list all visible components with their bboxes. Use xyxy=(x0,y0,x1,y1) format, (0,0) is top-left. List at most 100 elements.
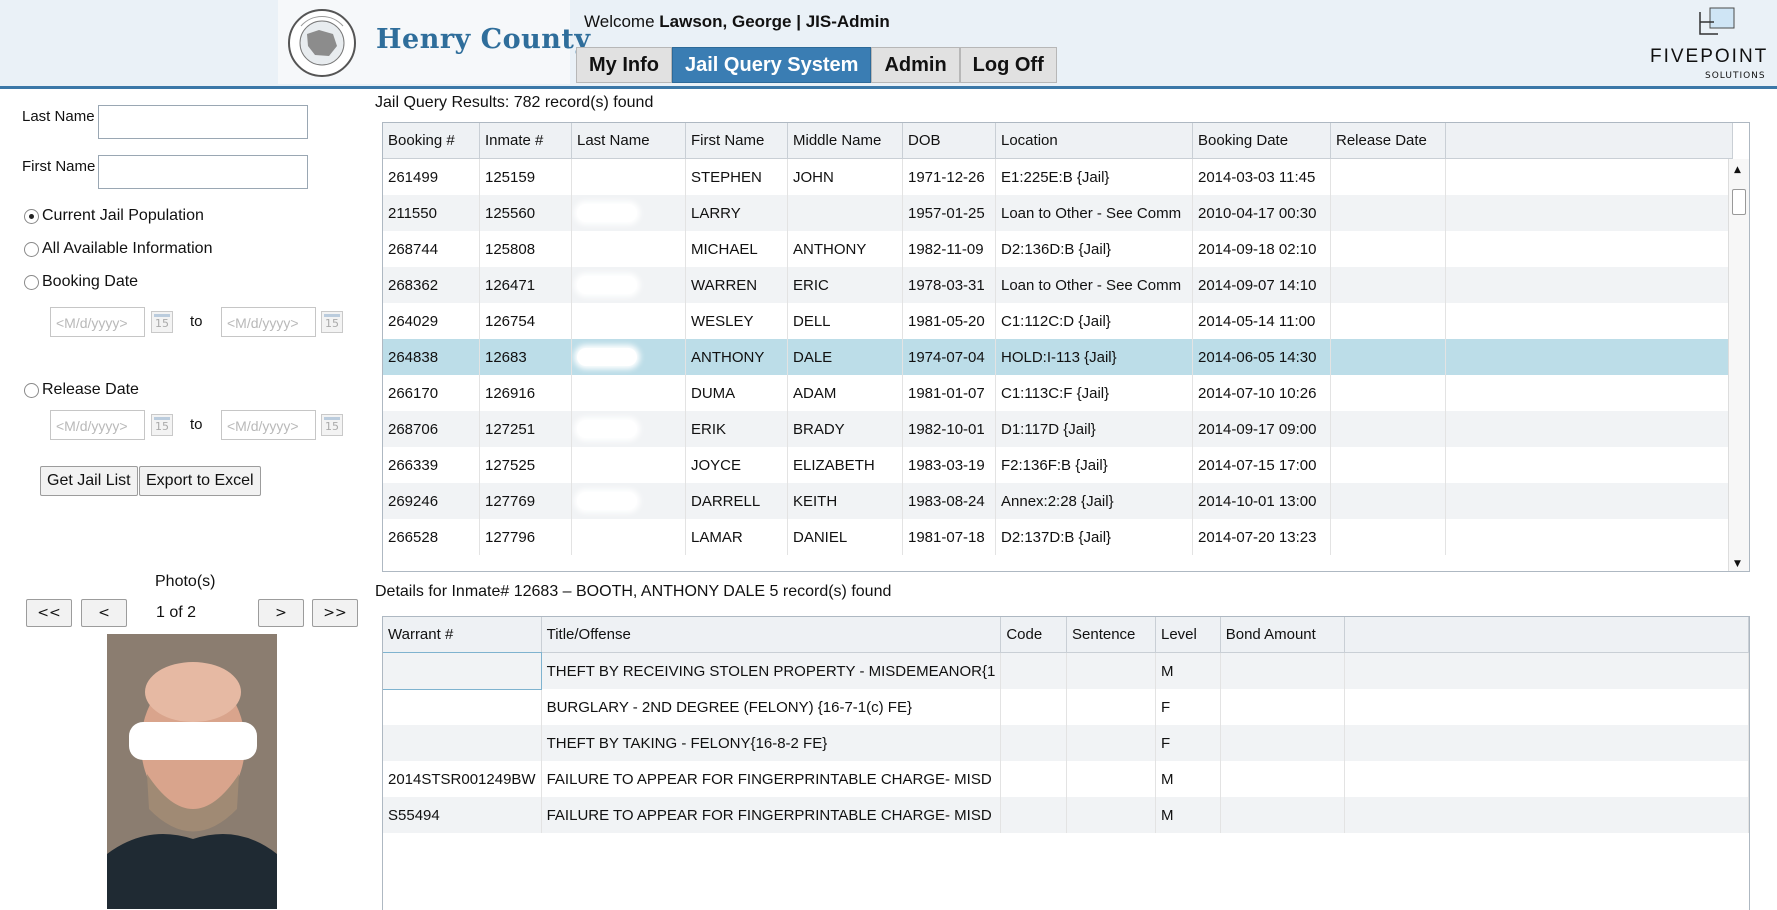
table-row[interactable]: 266170 126916 DUMA ADAM 1981-01-07 C1:113C:F … xyxy=(383,375,1733,411)
cell-dob: 1981-07-18 xyxy=(902,519,996,555)
col-title-offense[interactable]: Title/Offense xyxy=(541,617,1002,653)
col-release-date[interactable]: Release Date xyxy=(1330,123,1446,159)
col-spacer xyxy=(1445,123,1733,159)
results-caption: Jail Query Results: 782 record(s) found xyxy=(375,94,654,111)
details-grid: Warrant # Title/Offense Code Sentence Le… xyxy=(382,616,1750,910)
cell-title-offense: BURGLARY - 2ND DEGREE (FELONY) {16-7-1(c… xyxy=(541,689,1002,725)
table-row[interactable]: 268706 127251 ERIK BRADY 1982-10-01 D1:117D {… xyxy=(383,411,1733,447)
calendar-icon[interactable]: 15 xyxy=(321,414,343,436)
table-row[interactable]: BURGLARY - 2ND DEGREE (FELONY) {16-7-1(c… xyxy=(383,689,1749,725)
col-booking[interactable]: Booking # xyxy=(383,123,480,159)
cell-middle-name: DALE xyxy=(787,339,903,375)
cell-middle-name: BRADY xyxy=(787,411,903,447)
cell-location: D2:137D:B {Jail} xyxy=(995,519,1193,555)
cell-sentence xyxy=(1066,725,1156,761)
results-body: 261499 125159 STEPHEN JOHN 1971-12-26 E1:225E… xyxy=(383,158,1733,555)
col-location[interactable]: Location xyxy=(995,123,1193,159)
col-dob[interactable]: DOB xyxy=(902,123,996,159)
col-warrant[interactable]: Warrant # xyxy=(383,617,542,653)
table-row[interactable]: 268744 125808 MICHAEL ANTHONY 1982-11-09 D2:1… xyxy=(383,231,1733,267)
redaction-mark xyxy=(577,204,637,223)
cell-last-name xyxy=(571,158,686,195)
cell-middle-name: ADAM xyxy=(787,375,903,411)
table-row[interactable]: 269246 127769 DARRELL KEITH 1983-08-24 Annex:… xyxy=(383,483,1733,519)
table-row[interactable]: THEFT BY RECEIVING STOLEN PROPERTY - MIS… xyxy=(383,651,1749,690)
option-all-available-information[interactable]: All Available Information xyxy=(24,240,212,258)
col-code[interactable]: Code xyxy=(1000,617,1067,653)
cell-location: C1:112C:D {Jail} xyxy=(995,303,1193,339)
tab-admin[interactable]: Admin xyxy=(871,47,960,83)
cell-booking-date: 2014-03-03 11:45 xyxy=(1192,158,1331,195)
col-spacer xyxy=(1344,617,1749,653)
booking-date-from-input[interactable]: <M/d/yyyy> xyxy=(50,307,145,337)
cell-booking-date: 2014-07-20 13:23 xyxy=(1192,519,1331,555)
results-scrollbar[interactable]: ▲ ▼ xyxy=(1728,159,1749,571)
cell-inmate: 126471 xyxy=(479,267,572,303)
scroll-up-icon[interactable]: ▲ xyxy=(1734,165,1741,175)
vendor-sub: SOLUTIONS xyxy=(1705,71,1766,81)
table-row[interactable]: 266339 127525 JOYCE ELIZABETH 1983-03-19 F2:1… xyxy=(383,447,1733,483)
col-last-name[interactable]: Last Name xyxy=(571,123,686,159)
cell-middle-name: KEITH xyxy=(787,483,903,519)
scroll-thumb[interactable] xyxy=(1732,189,1746,215)
photo-first-button[interactable]: << xyxy=(26,599,72,627)
inmate-photo-image xyxy=(107,634,277,909)
release-date-from-input[interactable]: <M/d/yyyy> xyxy=(50,410,145,440)
option-release-date[interactable]: Release Date xyxy=(24,381,139,399)
table-row[interactable]: S55494 FAILURE TO APPEAR FOR FINGERPRINTA… xyxy=(383,797,1749,833)
radio-icon[interactable] xyxy=(24,241,39,257)
col-level[interactable]: Level xyxy=(1155,617,1221,653)
release-date-to-input[interactable]: <M/d/yyyy> xyxy=(221,410,316,440)
cell-booking: 266170 xyxy=(383,375,480,411)
cell-dob: 1957-01-25 xyxy=(902,195,996,231)
scroll-down-icon[interactable]: ▼ xyxy=(1734,559,1741,569)
table-row[interactable]: 211550 125560 LARRY 1957-01-25 Loan to Other… xyxy=(383,195,1733,231)
col-bond-amount[interactable]: Bond Amount xyxy=(1220,617,1346,653)
cell-inmate: 127796 xyxy=(479,519,572,555)
option-booking-date[interactable]: Booking Date xyxy=(24,273,138,291)
export-to-excel-button[interactable]: Export to Excel xyxy=(139,466,261,496)
cell-sentence xyxy=(1066,652,1156,689)
cell-booking-date: 2014-09-17 09:00 xyxy=(1192,411,1331,447)
cell-middle-name: ELIZABETH xyxy=(787,447,903,483)
radio-icon[interactable] xyxy=(24,382,39,398)
radio-icon[interactable] xyxy=(24,208,39,224)
table-row[interactable]: THEFT BY TAKING - FELONY{16-8-2 FE} F xyxy=(383,725,1749,761)
photo-prev-button[interactable]: < xyxy=(81,599,127,627)
booking-date-to-input[interactable]: <M/d/yyyy> xyxy=(221,307,316,337)
option-current-jail-population[interactable]: Current Jail Population xyxy=(24,207,204,225)
tab-my-info[interactable]: My Info xyxy=(576,47,672,83)
table-row[interactable]: 268362 126471 WARREN ERIC 1978-03-31 Loan to … xyxy=(383,267,1733,303)
cell-level: M xyxy=(1155,797,1221,833)
redaction-mark xyxy=(577,240,637,259)
photo-last-button[interactable]: >> xyxy=(312,599,358,627)
col-booking-date[interactable]: Booking Date xyxy=(1192,123,1331,159)
tab-log-off[interactable]: Log Off xyxy=(959,47,1057,83)
first-name-input[interactable] xyxy=(98,155,308,189)
tab-jail-query-system[interactable]: Jail Query System xyxy=(672,47,872,83)
table-row[interactable]: 266528 127796 LAMAR DANIEL 1981-07-18 D2:137D… xyxy=(383,519,1733,555)
cell-title-offense: THEFT BY TAKING - FELONY{16-8-2 FE} xyxy=(541,725,1002,761)
table-row[interactable]: 2014STSR001249BW FAILURE TO APPEAR FOR FI… xyxy=(383,761,1749,797)
col-first-name[interactable]: First Name xyxy=(685,123,788,159)
photo-next-button[interactable]: > xyxy=(258,599,304,627)
table-row[interactable]: 264029 126754 WESLEY DELL 1981-05-20 C1:112C:… xyxy=(383,303,1733,339)
cell-warrant xyxy=(383,725,542,761)
col-middle-name[interactable]: Middle Name xyxy=(787,123,903,159)
last-name-input[interactable] xyxy=(98,105,308,139)
cell-location: Loan to Other - See Comm xyxy=(995,195,1193,231)
table-row[interactable]: 261499 125159 STEPHEN JOHN 1971-12-26 E1:225E… xyxy=(383,158,1733,195)
col-inmate[interactable]: Inmate # xyxy=(479,123,572,159)
calendar-icon[interactable]: 15 xyxy=(151,311,173,333)
calendar-icon[interactable]: 15 xyxy=(321,311,343,333)
cell-booking-date: 2014-09-18 02:10 xyxy=(1192,231,1331,267)
get-jail-list-button[interactable]: Get Jail List xyxy=(40,466,138,496)
cell-booking: 266339 xyxy=(383,447,480,483)
redaction-mark xyxy=(577,168,637,187)
cell-level: F xyxy=(1155,689,1221,725)
cell-sentence xyxy=(1066,689,1156,725)
col-sentence[interactable]: Sentence xyxy=(1066,617,1156,653)
calendar-icon[interactable]: 15 xyxy=(151,414,173,436)
table-row[interactable]: 264838 12683 ANTHONY DALE 1974-07-04 HOLD:I-1… xyxy=(383,339,1733,375)
radio-icon[interactable] xyxy=(24,274,39,290)
